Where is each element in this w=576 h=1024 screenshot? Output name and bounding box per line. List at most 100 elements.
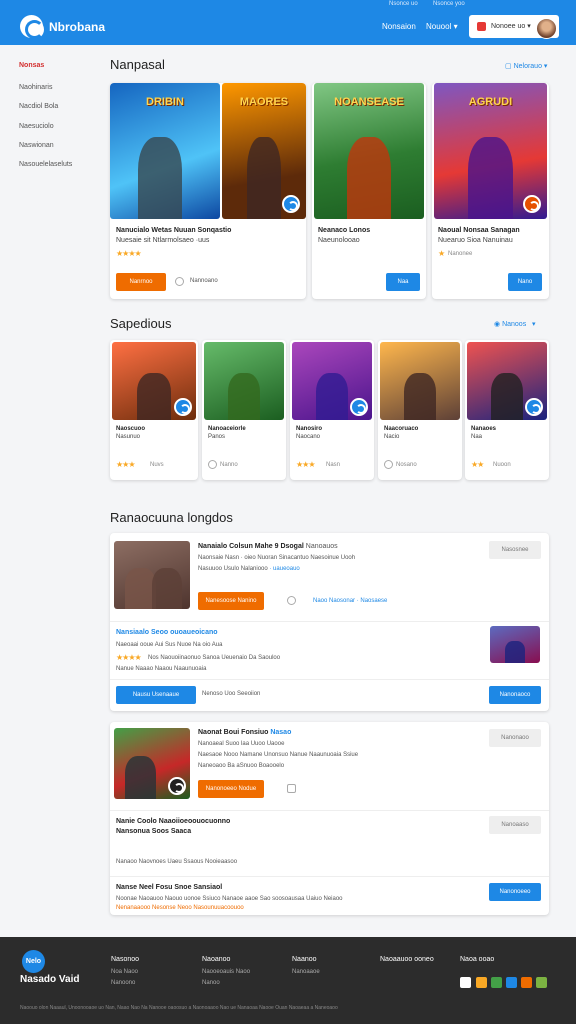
game-art: [204, 342, 284, 420]
clock-icon: [384, 460, 393, 469]
card-subtitle: Naocano: [296, 434, 321, 440]
list-item-link[interactable]: Naoo Naosonar · Naosaese: [313, 598, 387, 604]
refresh-icon: [287, 596, 296, 605]
sidebar-item-2[interactable]: Naohinaris: [19, 84, 52, 91]
social-icon-4[interactable]: [506, 977, 517, 988]
card-title: Nanosiro: [296, 426, 323, 432]
card-title: Nanoaceiorle: [208, 426, 246, 432]
list-item-side-button[interactable]: Nanonoeeo: [489, 883, 541, 901]
social-icon-1[interactable]: [460, 977, 471, 988]
card-subtitle: Naeunolooao: [318, 237, 360, 244]
divider: [110, 679, 549, 680]
card-primary-button[interactable]: Nanrnoo: [116, 273, 166, 291]
utility-strip: Nsonce uo Nsonce yoo: [0, 0, 576, 8]
list-item-line: Naonsaie Nasn · oieo Nuoran Sinacantuo N…: [198, 555, 356, 561]
footer-col-head: Naoanoo: [202, 956, 231, 963]
sidebar-item-5[interactable]: Naswionan: [19, 142, 54, 149]
sidebar-item-3[interactable]: Nacdiol Bola: [19, 103, 58, 110]
card-primary-button[interactable]: Naa: [386, 273, 420, 291]
featured-card-1[interactable]: DRIBIN MAORES Nanucialo Wetas Nuuan Sonq…: [110, 83, 306, 299]
card-meta: Nasn: [326, 462, 341, 468]
footer-col-head: Nasonoo: [111, 956, 140, 963]
art-figure: [316, 373, 348, 420]
list-item-line: Nanue Naaao Naaou Naaunuoaia: [116, 666, 207, 672]
divider: [110, 621, 549, 622]
list-item-primary-button[interactable]: Nanesoose Nanino: [198, 592, 264, 610]
social-icon-3[interactable]: [491, 977, 502, 988]
mini-card-1[interactable]: Naoscuoo Nasunuo ★★★ Nuvs: [110, 340, 198, 480]
featured-card-2[interactable]: NOANSEASE Neanaco Lonos Naeunolooao Naa: [312, 83, 426, 299]
list-item-line: Nos Naouoiinaonuo Sanoa Ueuenaio Da Saou…: [148, 655, 281, 661]
card-subtitle: Nacio: [384, 434, 400, 440]
card-title: Naoual Nonsaa Sanagan: [438, 227, 520, 234]
card-meta: Nosano: [396, 462, 417, 468]
game-art: [292, 342, 372, 420]
list-item-side-button[interactable]: Nanoaaso: [489, 816, 541, 834]
section-title-list: Ranaocuuna longdos: [110, 510, 233, 525]
mini-card-3[interactable]: Nanosiro Naocano ★★★ Nasn: [290, 340, 374, 480]
nav-link-2[interactable]: Nouool ▾: [426, 22, 458, 31]
platform-icon: [523, 195, 541, 213]
nav-link-1[interactable]: Nonsaion: [382, 22, 416, 31]
list-item-side-button[interactable]: Nasosnee: [489, 541, 541, 559]
sidebar-item-6[interactable]: Nasouelelaseluts: [19, 161, 72, 168]
card-subtitle: Nuearuo Sioa Nanuinau: [438, 237, 513, 244]
featured-filter-dropdown[interactable]: ▢ Nelorauo ▾: [505, 62, 547, 70]
secondary-filter-dropdown[interactable]: ◉ Nanoos ▾: [494, 320, 536, 328]
art-title: AGRUDI: [468, 95, 513, 108]
footer-logo-icon[interactable]: Nelo: [22, 950, 45, 973]
footer: Nelo Nasado Vaid Nasonoo Noa Naoo Nanoon…: [0, 937, 576, 1024]
list-panel-1: Nanaialo Colsun Mahe 9 Dsogal Nanoauos N…: [110, 533, 549, 711]
card-subtitle: Panos: [208, 434, 226, 440]
avatar[interactable]: [536, 18, 557, 39]
card-meta: Nanno: [220, 462, 238, 468]
list-item-line: Nanaoo Naovnoes Uaeu Ssaous Nooieaasoo: [116, 859, 238, 865]
rating-stars: ★★: [471, 460, 484, 469]
copyright-text: Naoouo olon Naaaul, Unoonooaoe uo Nan, N…: [20, 1005, 338, 1011]
list-item-primary-button[interactable]: Nanonoeeo Nodue: [198, 780, 264, 798]
platform-icon: [282, 195, 300, 213]
sidebar-item-4[interactable]: Naesuciolo: [19, 123, 54, 130]
art-figure-2: [152, 568, 183, 609]
footer-link[interactable]: Nanoo: [202, 980, 220, 986]
mini-card-4[interactable]: Naacoruaco Nacio Nosano: [378, 340, 462, 480]
divider: [110, 810, 549, 811]
art-figure: [505, 640, 525, 663]
card-title: Nanaoes: [471, 426, 497, 432]
mini-card-2[interactable]: Nanoaceiorle Panos Nanno: [202, 340, 286, 480]
footer-link[interactable]: Naooeoauis Naoo: [202, 969, 250, 975]
art-title: DRIBIN: [146, 95, 184, 108]
list-item-line: Naneoaoo Ba aSnuoo Boaooelo: [198, 763, 285, 769]
social-icon-6[interactable]: [536, 977, 547, 988]
card-subtitle: Nuesaie sit Ntlarmolsaeo ·uus: [116, 237, 210, 244]
platform-icon: [350, 398, 368, 416]
game-art-3: AGRUDI: [434, 83, 547, 219]
featured-card-3[interactable]: AGRUDI Naoual Nonsaa Sanagan Nuearuo Sio…: [432, 83, 549, 299]
game-art: [112, 342, 196, 420]
user-name: Nonoee uo ▾: [491, 23, 531, 30]
list-item-primary-button[interactable]: Nausu Usenaaue: [116, 686, 196, 704]
clock-icon: [208, 460, 217, 469]
util-link-b[interactable]: Nsonce yoo: [433, 0, 465, 8]
list-item-link[interactable]: Nenoso Uoo Seeoiion: [202, 691, 260, 697]
list-item-line: Naesaoe Nooo Namane Unonsuo Nanue Naaunu…: [198, 752, 359, 758]
card-primary-button[interactable]: Nano: [508, 273, 542, 291]
sidebar-item-1[interactable]: Nonsas: [19, 62, 44, 69]
card-aux-text: Nannoano: [190, 278, 218, 284]
art-figure: [491, 373, 523, 420]
mini-card-5[interactable]: Nanaoes Naa ★★ Nuoon: [465, 340, 549, 480]
footer-link[interactable]: Nanoaaoe: [292, 969, 320, 975]
game-art-2: NOANSEASE: [314, 83, 424, 219]
brand-name[interactable]: Nbrobana: [49, 20, 105, 34]
art-figure: [125, 756, 156, 799]
art-figure: [228, 373, 260, 420]
util-link-a[interactable]: Nsonce uo: [389, 0, 418, 8]
brand-logo-icon[interactable]: [20, 15, 44, 39]
footer-link[interactable]: Noa Naoo: [111, 969, 138, 975]
list-item-side-button[interactable]: Nanonaoco: [489, 686, 541, 704]
social-icon-5[interactable]: [521, 977, 532, 988]
social-icon-2[interactable]: [476, 977, 487, 988]
list-item-side-button[interactable]: Nanonaoo: [489, 729, 541, 747]
footer-col-head: Naanoo: [292, 956, 317, 963]
footer-link[interactable]: Nanoono: [111, 980, 135, 986]
